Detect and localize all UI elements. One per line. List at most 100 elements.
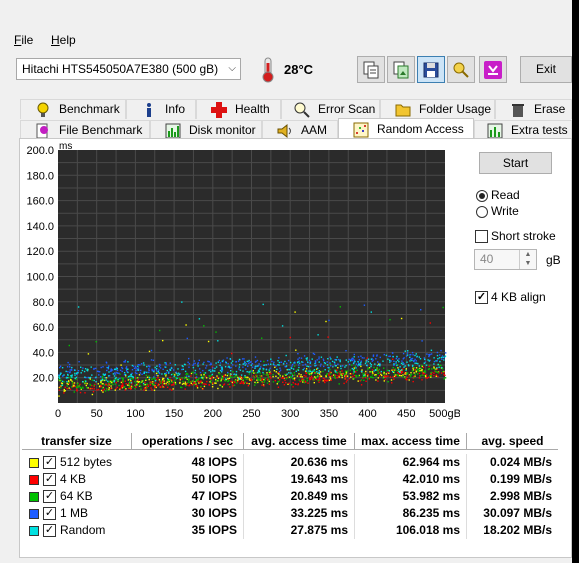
data-point: [232, 383, 234, 385]
write-radio[interactable]: [476, 206, 488, 218]
data-point: [199, 381, 201, 383]
tab-benchmark[interactable]: Benchmark: [20, 99, 126, 119]
data-point: [344, 378, 347, 380]
series-checkbox[interactable]: ✓: [43, 507, 56, 520]
start-button[interactable]: Start: [479, 152, 552, 174]
data-point: [272, 373, 274, 376]
data-point: [143, 387, 146, 389]
data-point: [77, 383, 79, 385]
search-online-button[interactable]: [447, 56, 475, 83]
data-point: [233, 376, 235, 378]
spinner-arrows-icon[interactable]: ▲ ▼: [519, 250, 536, 269]
data-point: [121, 370, 123, 373]
data-point: [313, 382, 315, 384]
table-row: ✓ 512 bytes 48 IOPS 20.636 ms 62.964 ms …: [22, 454, 558, 471]
y-tick-label: 140.0: [26, 221, 54, 233]
data-point: [218, 359, 220, 362]
tab-error-scan[interactable]: Error Scan: [281, 99, 380, 119]
row-name: 512 bytes: [60, 455, 113, 469]
data-point: [237, 379, 239, 382]
data-point: [69, 369, 71, 371]
tab-erase[interactable]: Erase: [495, 99, 572, 119]
data-point: [357, 356, 360, 358]
data-point: [211, 373, 213, 376]
row-ops: 47 IOPS: [132, 488, 244, 505]
data-point: [100, 366, 102, 369]
data-point: [278, 371, 281, 373]
series-checkbox[interactable]: ✓: [43, 490, 56, 503]
data-point: [76, 389, 78, 391]
data-point: [334, 377, 336, 379]
data-point: [107, 381, 110, 384]
data-point: [219, 362, 222, 364]
exit-button[interactable]: Exit: [520, 56, 572, 83]
data-point: [376, 355, 378, 357]
data-point: [221, 366, 223, 368]
options-download-button[interactable]: [479, 56, 507, 83]
copy-screenshot-button[interactable]: [387, 56, 415, 83]
tab-folder-usage[interactable]: Folder Usage: [380, 99, 495, 119]
data-point: [395, 362, 397, 365]
drive-select[interactable]: Hitachi HTS545050A7E380 (500 gB) ⌵: [16, 58, 241, 80]
tab-file-benchmark[interactable]: File Benchmark: [20, 120, 150, 140]
data-point: [193, 360, 195, 362]
data-point: [237, 376, 239, 379]
data-point: [61, 380, 64, 383]
data-point: [302, 369, 304, 371]
data-point: [339, 360, 341, 363]
data-point: [306, 357, 308, 359]
data-point: [294, 374, 296, 376]
data-point: [181, 377, 183, 379]
data-point: [229, 376, 231, 378]
save-button[interactable]: [417, 56, 445, 83]
tab-info[interactable]: Info: [126, 99, 196, 119]
row-name: 4 KB: [60, 472, 87, 486]
data-point: [349, 360, 352, 362]
align-checkbox[interactable]: ✓: [475, 291, 488, 304]
data-point: [264, 377, 267, 380]
tab-random-access[interactable]: Random Access: [338, 118, 474, 140]
data-point: [362, 373, 364, 375]
data-point: [168, 383, 170, 385]
data-point: [164, 373, 166, 375]
menu-help[interactable]: Help: [51, 33, 76, 47]
data-point: [193, 384, 196, 386]
tab-extra-tests[interactable]: Extra tests: [474, 120, 572, 140]
read-radio[interactable]: [476, 190, 488, 202]
tab-disk-monitor[interactable]: Disk monitor: [150, 120, 262, 140]
data-point: [380, 370, 382, 373]
data-point: [89, 383, 91, 386]
data-point: [83, 370, 86, 373]
data-point: [100, 379, 102, 382]
data-point: [257, 381, 259, 384]
series-checkbox[interactable]: ✓: [43, 524, 56, 537]
short-stroke-checkbox[interactable]: [475, 230, 488, 243]
data-point: [170, 373, 173, 376]
data-point: [116, 369, 119, 372]
series-checkbox[interactable]: ✓: [43, 456, 56, 469]
data-point: [397, 368, 400, 371]
data-point: [398, 370, 400, 373]
data-point: [335, 371, 337, 373]
data-point: [307, 382, 309, 384]
series-checkbox[interactable]: ✓: [43, 473, 56, 486]
data-point: [311, 358, 313, 360]
data-point: [329, 356, 331, 358]
stroke-size-spinner[interactable]: 40 ▲ ▼: [474, 249, 537, 270]
data-point: [185, 324, 187, 326]
data-point: [357, 361, 359, 363]
data-point: [329, 371, 331, 373]
data-point: [102, 391, 104, 393]
data-point: [264, 379, 266, 382]
tab-health[interactable]: Health: [196, 99, 281, 119]
data-point: [261, 384, 263, 386]
data-point: [435, 360, 437, 362]
menu-file[interactable]: File: [14, 33, 33, 47]
data-point: [180, 386, 182, 388]
data-point: [125, 383, 127, 385]
data-point: [138, 374, 141, 376]
tab-aam[interactable]: AAM: [262, 120, 338, 140]
copy-text-button[interactable]: [357, 56, 385, 83]
data-point: [367, 368, 369, 370]
data-point: [242, 363, 244, 365]
